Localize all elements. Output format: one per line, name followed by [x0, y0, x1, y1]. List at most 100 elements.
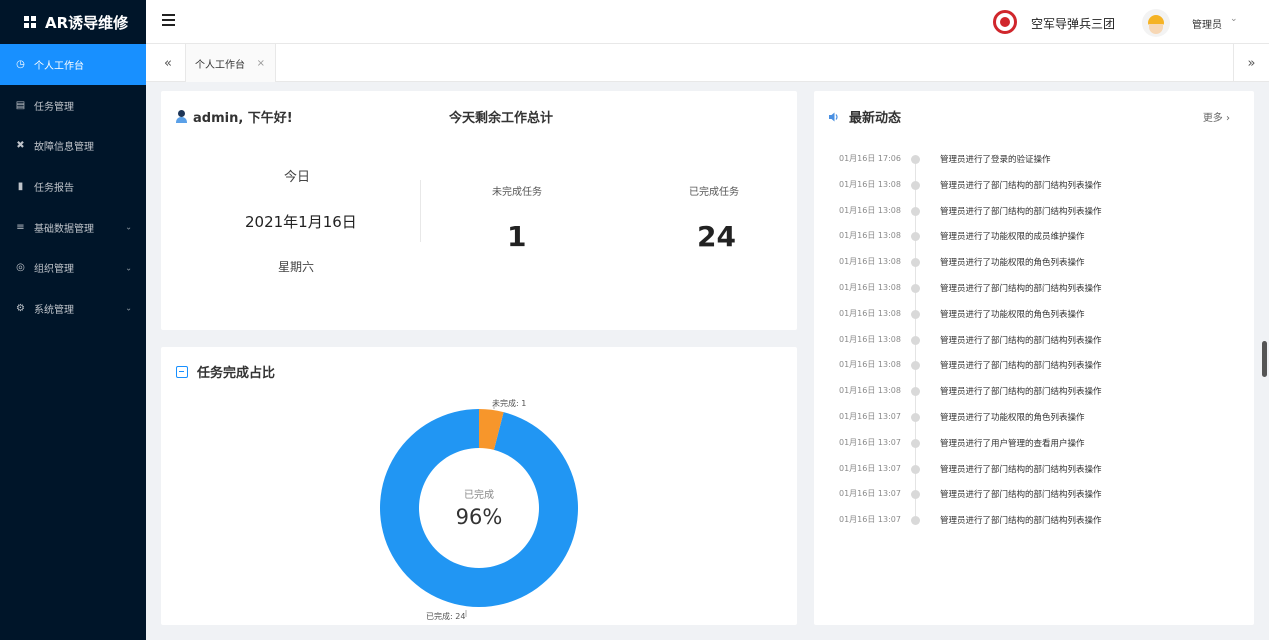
top-header: 空军导弹兵三团 管理员 ⌄ — [146, 0, 1269, 44]
timeline-text: 管理员进行了功能权限的角色列表操作 — [940, 309, 1085, 320]
timeline-item: 01月16日 13:07 管理员进行了部门结构的部门结构列表操作 — [814, 488, 1254, 502]
sidebar-item-label: 任务管理 — [34, 101, 74, 113]
tabs-scroll-left-icon[interactable]: « — [150, 44, 186, 82]
timeline-time: 01月16日 13:07 — [839, 489, 901, 499]
dashboard-icon: ◷ — [16, 58, 25, 70]
timeline-text: 管理员进行了部门结构的部门结构列表操作 — [940, 464, 1102, 475]
more-link[interactable]: 更多 › — [1203, 109, 1230, 124]
timeline-time: 01月16日 13:07 — [839, 463, 901, 473]
timeline-dot — [911, 361, 920, 371]
sidebar-item-2[interactable]: ✖ 故障信息管理 — [0, 125, 146, 166]
sidebar-item-4[interactable]: ≡ 基础数据管理 ⌄ — [0, 207, 146, 248]
timeline-text: 管理员进行了部门结构的部门结构列表操作 — [940, 490, 1102, 501]
timeline-time: 01月16日 13:08 — [839, 231, 901, 241]
task-list-icon: ▤ — [15, 99, 26, 111]
finished-label: 已完成任务 — [689, 187, 739, 198]
timeline-item: 01月16日 13:08 管理员进行了功能权限的角色列表操作 — [814, 256, 1254, 270]
timeline-dot — [911, 335, 920, 345]
timeline-item: 01月16日 13:08 管理员进行了部门结构的部门结构列表操作 — [814, 205, 1254, 219]
timeline-item: 01月16日 13:07 管理员进行了部门结构的部门结构列表操作 — [814, 463, 1254, 477]
today-date: 2021年1月16日 — [245, 213, 357, 231]
timeline-dot — [911, 309, 920, 319]
timeline-text: 管理员进行了部门结构的部门结构列表操作 — [940, 516, 1102, 527]
org-icon: ◎ — [16, 262, 25, 274]
sidebar-item-6[interactable]: ⚙ 系统管理 ⌄ — [0, 288, 146, 329]
timeline-time: 01月16日 13:08 — [839, 257, 901, 267]
pie-center-value: 96% — [456, 505, 503, 529]
tab-personal-workbench[interactable]: 个人工作台 × — [185, 44, 276, 82]
sidebar-item-label: 系统管理 — [34, 304, 74, 316]
tabs-scroll-right-icon[interactable]: » — [1233, 44, 1269, 82]
timeline-text: 管理员进行了部门结构的部门结构列表操作 — [940, 335, 1102, 346]
timeline-time: 01月16日 13:08 — [839, 308, 901, 318]
news-title-text: 最新动态 — [849, 111, 902, 126]
finished-value: 24 — [697, 220, 736, 253]
timeline-time: 01月16日 13:08 — [839, 283, 901, 292]
timeline-item: 01月16日 13:07 管理员进行了功能权限的角色列表操作 — [814, 411, 1254, 425]
user-icon — [176, 110, 187, 123]
timeline-dot — [911, 155, 920, 164]
timeline-item: 01月16日 13:07 管理员进行了部门结构的部门结构列表操作 — [814, 514, 1254, 528]
pie-label-finished: 已完成: 24 — [426, 611, 465, 621]
sidebar-item-3[interactable]: ▮ 任务报告 — [0, 166, 146, 207]
timeline-dot — [911, 490, 920, 500]
welcome-card: admin, 下午好! 今天剩余工作总计 今日 2021年1月16日 星期六 未… — [161, 91, 797, 330]
sidebar-item-1[interactable]: ▤ 任务管理 — [0, 85, 146, 126]
today-label: 今日 — [284, 170, 311, 185]
sliders-icon: ≡ — [16, 221, 25, 233]
timeline-text: 管理员进行了功能权限的角色列表操作 — [940, 413, 1085, 423]
close-icon[interactable]: × — [257, 58, 265, 69]
timeline-dot — [911, 206, 920, 216]
timeline-text: 管理员进行了部门结构的部门结构列表操作 — [940, 180, 1102, 191]
app-title: AR诱导维修 — [45, 13, 129, 32]
timeline-time: 01月16日 17:06 — [839, 154, 901, 163]
chevron-down-icon[interactable]: ⌄ — [1230, 14, 1238, 24]
timeline-item: 01月16日 13:08 管理员进行了部门结构的部门结构列表操作 — [814, 385, 1254, 399]
bar-chart-icon: ▮ — [17, 180, 24, 192]
timeline-item: 01月16日 13:08 管理员进行了功能权限的角色列表操作 — [814, 308, 1254, 322]
sidebar: AR诱导维修 ◷ 个人工作台 ▤ 任务管理 ✖ 故障信息管理 ▮ 任务报告 ≡ 基础数据管理 ⌄ ◎ 组… — [0, 0, 146, 640]
timeline-item: 01月16日 13:08 管理员进行了功能权限的成员维护操作 — [814, 230, 1254, 244]
timeline-item: 01月16日 13:08 管理员进行了部门结构的部门结构列表操作 — [814, 179, 1254, 193]
timeline-item: 01月16日 17:06 管理员进行了登录的验证操作 — [814, 153, 1254, 167]
timeline-dot — [911, 438, 920, 448]
donut-chart: 未完成: 1 已完成: 24 已完成 96% — [380, 398, 578, 621]
timeline-text: 管理员进行了部门结构的部门结构列表操作 — [940, 361, 1102, 372]
timeline-item: 01月16日 13:08 管理员进行了部门结构的部门结构列表操作 — [814, 282, 1254, 296]
completion-ratio-card: 任务完成占比 未完成: 1 已完成: 24 已完成 96% — [161, 347, 797, 625]
sidebar-item-label: 任务报告 — [34, 182, 74, 194]
page-scrollbar[interactable] — [1262, 341, 1267, 377]
timeline-time: 01月16日 13:07 — [839, 437, 901, 447]
menu-toggle-icon[interactable] — [162, 14, 175, 27]
timeline-time: 01月16日 13:07 — [839, 412, 901, 421]
latest-activity-card: 最新动态 更多 › 01月16日 17:06 管理员进行了登录的验证操作 01月16… — [814, 91, 1254, 625]
timeline-text: 管理员进行了登录的验证操作 — [940, 155, 1051, 165]
sidebar-item-0[interactable]: ◷ 个人工作台 — [0, 44, 146, 85]
app-logo[interactable]: AR诱导维修 — [0, 0, 146, 44]
avatar[interactable] — [1142, 9, 1170, 37]
speaker-icon — [829, 112, 838, 121]
timeline-time: 01月16日 13:08 — [839, 205, 901, 215]
sidebar-item-5[interactable]: ◎ 组织管理 ⌄ — [0, 247, 146, 288]
timeline-dot — [911, 464, 920, 474]
user-menu[interactable]: 管理员 — [1192, 16, 1222, 31]
timeline-time: 01月16日 13:07 — [839, 515, 901, 525]
sidebar-item-label: 组织管理 — [34, 264, 74, 276]
timeline-item: 01月16日 13:08 管理员进行了部门结构的部门结构列表操作 — [814, 334, 1254, 348]
unit-emblem-icon — [993, 10, 1017, 34]
timeline-text: 管理员进行了部门结构的部门结构列表操作 — [940, 284, 1102, 294]
timeline-dot — [911, 232, 920, 242]
pie-center-label: 已完成 — [464, 488, 494, 501]
divider — [420, 180, 421, 242]
today-weekday: 星期六 — [278, 260, 315, 274]
timeline-text: 管理员进行了功能权限的成员维护操作 — [940, 232, 1085, 243]
greeting-text: admin, 下午好! — [193, 111, 293, 126]
timeline-text: 管理员进行了部门结构的部门结构列表操作 — [940, 387, 1102, 398]
unfinished-value: 1 — [507, 220, 527, 253]
timeline-time: 01月16日 13:08 — [839, 360, 901, 370]
timeline-text: 管理员进行了用户管理的查看用户操作 — [940, 438, 1085, 449]
timeline-time: 01月16日 13:08 — [839, 334, 901, 344]
timeline-dot — [911, 258, 920, 268]
pie-label-unfinished: 未完成: 1 — [492, 398, 526, 408]
sidebar-menu: ◷ 个人工作台 ▤ 任务管理 ✖ 故障信息管理 ▮ 任务报告 ≡ 基础数据管理 ⌄ ◎ 组织管理 ⌄ ⚙ 系统… — [0, 44, 146, 329]
